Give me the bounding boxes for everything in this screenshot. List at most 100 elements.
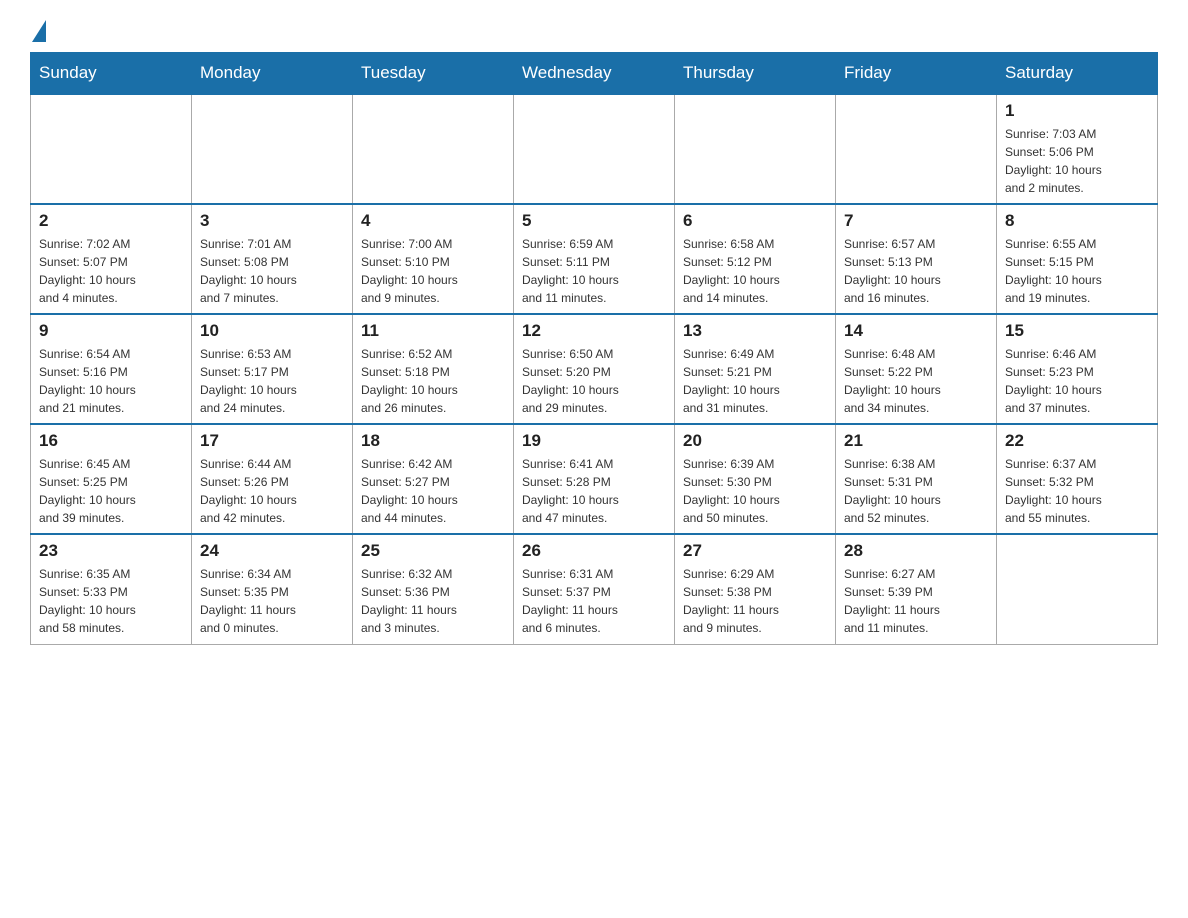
day-number: 7 [844, 211, 988, 231]
calendar-cell [192, 94, 353, 204]
day-info: Sunrise: 6:48 AM Sunset: 5:22 PM Dayligh… [844, 345, 988, 417]
day-number: 26 [522, 541, 666, 561]
day-info: Sunrise: 7:02 AM Sunset: 5:07 PM Dayligh… [39, 235, 183, 307]
day-info: Sunrise: 6:50 AM Sunset: 5:20 PM Dayligh… [522, 345, 666, 417]
day-header-wednesday: Wednesday [514, 53, 675, 95]
calendar-cell: 25 Sunrise: 6:32 AM Sunset: 5:36 PM Dayli… [353, 534, 514, 644]
day-number: 20 [683, 431, 827, 451]
day-number: 2 [39, 211, 183, 231]
day-info: Sunrise: 6:59 AM Sunset: 5:11 PM Dayligh… [522, 235, 666, 307]
day-number: 5 [522, 211, 666, 231]
day-number: 13 [683, 321, 827, 341]
calendar-cell: 2 Sunrise: 7:02 AM Sunset: 5:07 PM Daylig… [31, 204, 192, 314]
day-number: 16 [39, 431, 183, 451]
day-info: Sunrise: 6:45 AM Sunset: 5:25 PM Dayligh… [39, 455, 183, 527]
day-number: 28 [844, 541, 988, 561]
day-info: Sunrise: 7:00 AM Sunset: 5:10 PM Dayligh… [361, 235, 505, 307]
day-info: Sunrise: 6:37 AM Sunset: 5:32 PM Dayligh… [1005, 455, 1149, 527]
day-number: 11 [361, 321, 505, 341]
calendar-week-row: 23 Sunrise: 6:35 AM Sunset: 5:33 PM Dayli… [31, 534, 1158, 644]
calendar-cell [31, 94, 192, 204]
day-number: 19 [522, 431, 666, 451]
calendar-cell: 20 Sunrise: 6:39 AM Sunset: 5:30 PM Dayli… [675, 424, 836, 534]
day-info: Sunrise: 7:01 AM Sunset: 5:08 PM Dayligh… [200, 235, 344, 307]
calendar-cell: 19 Sunrise: 6:41 AM Sunset: 5:28 PM Dayli… [514, 424, 675, 534]
logo [30, 20, 46, 42]
day-info: Sunrise: 6:42 AM Sunset: 5:27 PM Dayligh… [361, 455, 505, 527]
day-info: Sunrise: 6:34 AM Sunset: 5:35 PM Dayligh… [200, 565, 344, 637]
day-header-thursday: Thursday [675, 53, 836, 95]
day-info: Sunrise: 6:41 AM Sunset: 5:28 PM Dayligh… [522, 455, 666, 527]
day-info: Sunrise: 6:35 AM Sunset: 5:33 PM Dayligh… [39, 565, 183, 637]
day-header-saturday: Saturday [997, 53, 1158, 95]
day-number: 9 [39, 321, 183, 341]
day-info: Sunrise: 6:57 AM Sunset: 5:13 PM Dayligh… [844, 235, 988, 307]
calendar-cell [997, 534, 1158, 644]
calendar-cell: 11 Sunrise: 6:52 AM Sunset: 5:18 PM Dayli… [353, 314, 514, 424]
day-number: 10 [200, 321, 344, 341]
calendar-cell [514, 94, 675, 204]
day-number: 15 [1005, 321, 1149, 341]
day-header-tuesday: Tuesday [353, 53, 514, 95]
day-info: Sunrise: 6:46 AM Sunset: 5:23 PM Dayligh… [1005, 345, 1149, 417]
day-info: Sunrise: 6:52 AM Sunset: 5:18 PM Dayligh… [361, 345, 505, 417]
calendar-cell: 1 Sunrise: 7:03 AM Sunset: 5:06 PM Daylig… [997, 94, 1158, 204]
day-info: Sunrise: 6:55 AM Sunset: 5:15 PM Dayligh… [1005, 235, 1149, 307]
day-number: 14 [844, 321, 988, 341]
calendar-cell [353, 94, 514, 204]
calendar-cell: 24 Sunrise: 6:34 AM Sunset: 5:35 PM Dayli… [192, 534, 353, 644]
day-header-monday: Monday [192, 53, 353, 95]
day-number: 23 [39, 541, 183, 561]
calendar-cell [836, 94, 997, 204]
calendar-cell: 9 Sunrise: 6:54 AM Sunset: 5:16 PM Daylig… [31, 314, 192, 424]
calendar-cell: 16 Sunrise: 6:45 AM Sunset: 5:25 PM Dayli… [31, 424, 192, 534]
day-header-friday: Friday [836, 53, 997, 95]
calendar-cell: 17 Sunrise: 6:44 AM Sunset: 5:26 PM Dayli… [192, 424, 353, 534]
day-info: Sunrise: 7:03 AM Sunset: 5:06 PM Dayligh… [1005, 125, 1149, 197]
day-number: 4 [361, 211, 505, 231]
calendar-cell: 5 Sunrise: 6:59 AM Sunset: 5:11 PM Daylig… [514, 204, 675, 314]
calendar-cell: 28 Sunrise: 6:27 AM Sunset: 5:39 PM Dayli… [836, 534, 997, 644]
calendar-cell: 12 Sunrise: 6:50 AM Sunset: 5:20 PM Dayli… [514, 314, 675, 424]
calendar-cell: 3 Sunrise: 7:01 AM Sunset: 5:08 PM Daylig… [192, 204, 353, 314]
day-number: 8 [1005, 211, 1149, 231]
day-info: Sunrise: 6:49 AM Sunset: 5:21 PM Dayligh… [683, 345, 827, 417]
calendar-week-row: 2 Sunrise: 7:02 AM Sunset: 5:07 PM Daylig… [31, 204, 1158, 314]
page-header [30, 20, 1158, 42]
day-info: Sunrise: 6:38 AM Sunset: 5:31 PM Dayligh… [844, 455, 988, 527]
day-number: 18 [361, 431, 505, 451]
day-info: Sunrise: 6:27 AM Sunset: 5:39 PM Dayligh… [844, 565, 988, 637]
day-number: 12 [522, 321, 666, 341]
calendar-cell: 18 Sunrise: 6:42 AM Sunset: 5:27 PM Dayli… [353, 424, 514, 534]
calendar-cell: 14 Sunrise: 6:48 AM Sunset: 5:22 PM Dayli… [836, 314, 997, 424]
day-info: Sunrise: 6:58 AM Sunset: 5:12 PM Dayligh… [683, 235, 827, 307]
calendar-week-row: 16 Sunrise: 6:45 AM Sunset: 5:25 PM Dayli… [31, 424, 1158, 534]
day-number: 1 [1005, 101, 1149, 121]
calendar-cell: 27 Sunrise: 6:29 AM Sunset: 5:38 PM Dayli… [675, 534, 836, 644]
day-number: 6 [683, 211, 827, 231]
calendar-week-row: 9 Sunrise: 6:54 AM Sunset: 5:16 PM Daylig… [31, 314, 1158, 424]
calendar-cell: 26 Sunrise: 6:31 AM Sunset: 5:37 PM Dayli… [514, 534, 675, 644]
day-number: 24 [200, 541, 344, 561]
day-info: Sunrise: 6:44 AM Sunset: 5:26 PM Dayligh… [200, 455, 344, 527]
calendar-cell [675, 94, 836, 204]
day-info: Sunrise: 6:29 AM Sunset: 5:38 PM Dayligh… [683, 565, 827, 637]
logo-triangle-icon [32, 20, 46, 42]
calendar-table: SundayMondayTuesdayWednesdayThursdayFrid… [30, 52, 1158, 645]
calendar-cell: 7 Sunrise: 6:57 AM Sunset: 5:13 PM Daylig… [836, 204, 997, 314]
day-number: 27 [683, 541, 827, 561]
day-info: Sunrise: 6:39 AM Sunset: 5:30 PM Dayligh… [683, 455, 827, 527]
day-number: 25 [361, 541, 505, 561]
day-header-sunday: Sunday [31, 53, 192, 95]
day-info: Sunrise: 6:31 AM Sunset: 5:37 PM Dayligh… [522, 565, 666, 637]
calendar-cell: 13 Sunrise: 6:49 AM Sunset: 5:21 PM Dayli… [675, 314, 836, 424]
calendar-cell: 8 Sunrise: 6:55 AM Sunset: 5:15 PM Daylig… [997, 204, 1158, 314]
day-info: Sunrise: 6:32 AM Sunset: 5:36 PM Dayligh… [361, 565, 505, 637]
calendar-cell: 21Sunrise: 6:38 AM Sunset: 5:31 PM Dayli… [836, 424, 997, 534]
calendar-cell: 4 Sunrise: 7:00 AM Sunset: 5:10 PM Daylig… [353, 204, 514, 314]
day-info: Sunrise: 6:54 AM Sunset: 5:16 PM Dayligh… [39, 345, 183, 417]
calendar-cell: 15 Sunrise: 6:46 AM Sunset: 5:23 PM Dayli… [997, 314, 1158, 424]
calendar-cell: 10Sunrise: 6:53 AM Sunset: 5:17 PM Dayli… [192, 314, 353, 424]
day-number: 17 [200, 431, 344, 451]
day-number: 3 [200, 211, 344, 231]
